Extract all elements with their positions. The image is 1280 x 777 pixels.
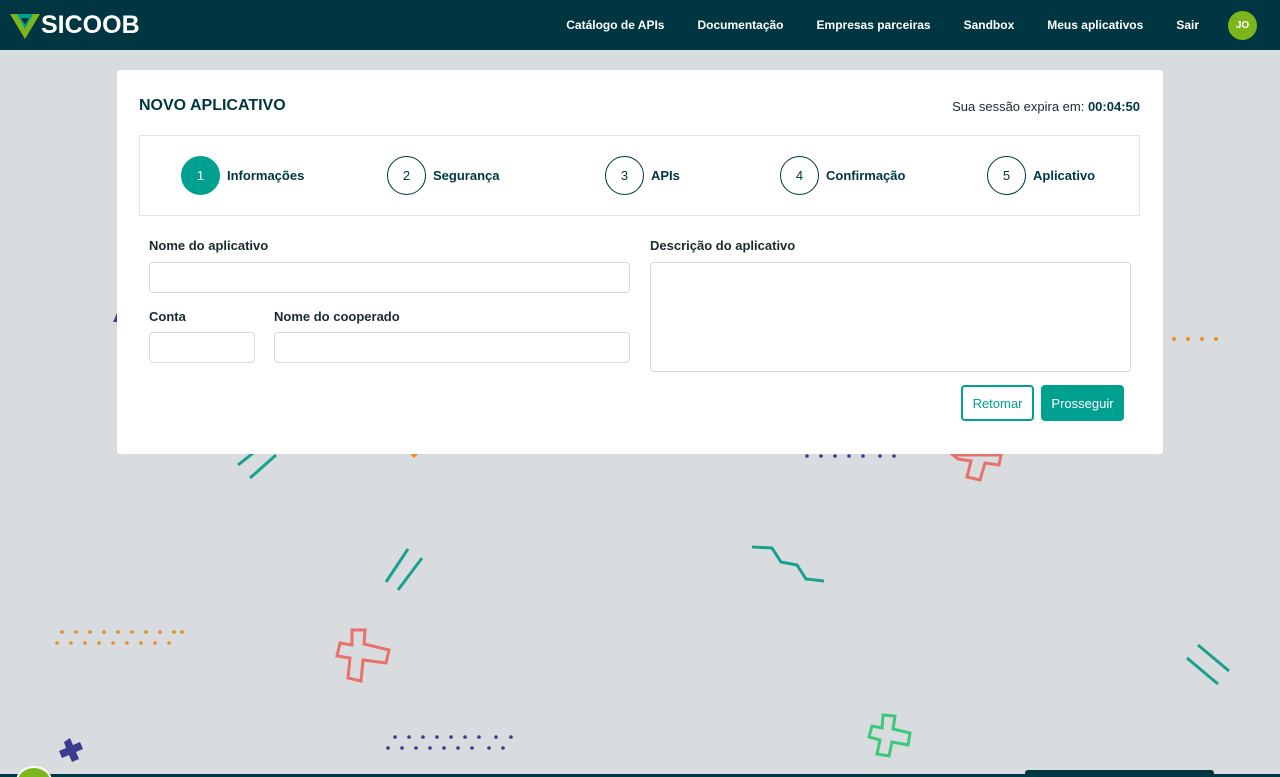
session-label: Sua sessão expira em: [952, 99, 1085, 114]
member-name-input[interactable] [274, 332, 630, 363]
account-input[interactable] [149, 332, 255, 363]
step-number: 2 [387, 156, 426, 195]
step-label: Informações [227, 168, 305, 183]
nav-item-documentation[interactable]: Documentação [697, 18, 783, 32]
nav-item-partner-companies[interactable]: Empresas parceiras [817, 18, 931, 32]
member-name-label: Nome do cooperado [274, 309, 400, 324]
session-timer: Sua sessão expira em: 00:04:50 [952, 99, 1140, 114]
nav-item-api-catalog[interactable]: Catálogo de APIs [566, 18, 664, 32]
purple-dots-center [805, 454, 896, 458]
wizard-stepper: 1 Informações 2 Segurança 3 APIs 4 Confi… [139, 135, 1140, 216]
app-name-input[interactable] [149, 262, 630, 293]
nav-item-sandbox[interactable]: Sandbox [964, 18, 1015, 32]
top-navbar: SICOOB Catálogo de APIs Documentação Emp… [0, 0, 1280, 50]
step-number: 3 [605, 156, 644, 195]
step-number: 1 [181, 156, 220, 195]
description-label: Descrição do aplicativo [650, 238, 796, 253]
user-avatar[interactable]: JO [1228, 10, 1257, 40]
orange-dots-right [1172, 337, 1218, 341]
orange-triangle-decoration [410, 454, 418, 458]
purple-dots-bottom [386, 735, 513, 750]
main-nav: Catálogo de APIs Documentação Empresas p… [533, 0, 1280, 50]
session-time: 00:04:50 [1087, 99, 1140, 114]
nav-item-logout[interactable]: Sair [1176, 18, 1199, 32]
brand-name: SICOOB [41, 11, 140, 39]
account-label: Conta [149, 309, 186, 324]
app-name-label: Nome do aplicativo [149, 238, 269, 253]
nav-item-my-apps[interactable]: Meus aplicativos [1047, 18, 1143, 32]
step-label: Aplicativo [1033, 168, 1096, 183]
step-aplicativo[interactable]: 5 Aplicativo [987, 156, 1095, 195]
step-confirmacao[interactable]: 4 Confirmação [780, 156, 905, 195]
step-label: Segurança [433, 168, 500, 183]
step-informacoes[interactable]: 1 Informações [181, 156, 304, 195]
logo-icon [10, 13, 40, 39]
next-button[interactable]: Prosseguir [1041, 385, 1124, 421]
step-number: 4 [780, 156, 819, 195]
new-app-card: NOVO APLICATIVO Sua sessão expira em: 00… [117, 70, 1163, 454]
plus-outline-decoration [335, 453, 1003, 683]
zigzag-decoration [751, 545, 825, 583]
purple-cross-decoration [59, 738, 83, 762]
page-title: NOVO APLICATIVO [139, 97, 286, 114]
step-apis[interactable]: 3 APIs [605, 156, 680, 195]
back-button[interactable]: Retomar [961, 385, 1034, 421]
step-number: 5 [987, 156, 1026, 195]
orange-dots-left [55, 630, 184, 645]
step-seguranca[interactable]: 2 Segurança [387, 156, 499, 195]
description-textarea[interactable] [650, 262, 1131, 372]
step-label: APIs [651, 168, 680, 183]
sicoob-logo[interactable]: SICOOB [10, 11, 140, 40]
bottom-panel-tab[interactable] [1025, 770, 1214, 777]
step-label: Confirmação [826, 168, 906, 183]
green-plus-decoration [867, 713, 912, 758]
